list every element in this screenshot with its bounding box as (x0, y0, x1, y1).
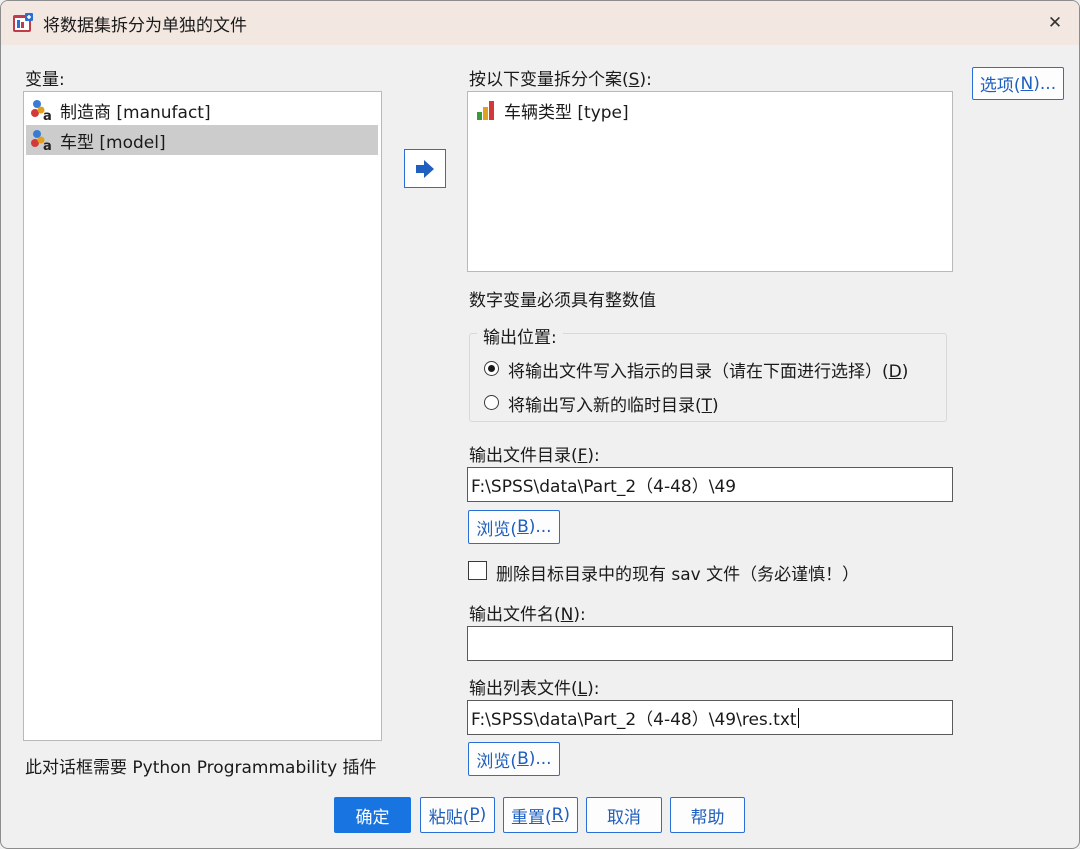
variables-label: 变量: (25, 70, 65, 90)
svg-text:a: a (43, 139, 52, 152)
nominal-string-variable-icon: a (31, 130, 52, 152)
radio-indicated-directory[interactable] (484, 361, 499, 376)
browse-listing-button[interactable]: 浏览(B)... (468, 742, 560, 776)
paste-button[interactable]: 粘贴(P) (420, 797, 495, 833)
radio-temp-directory[interactable] (484, 395, 499, 410)
variable-item-model[interactable]: a 车型 [model] (26, 125, 378, 155)
variable-item-label: 车型 [model] (60, 132, 166, 153)
close-button[interactable]: ✕ (1031, 1, 1079, 45)
radio-temp-directory-label[interactable]: 将输出写入新的临时目录(T) (508, 391, 719, 416)
split-by-label: 按以下变量拆分个案(S): (469, 70, 652, 90)
variable-item-label: 制造商 [manufact] (60, 102, 211, 123)
delete-existing-checkbox[interactable] (468, 561, 487, 580)
output-listing-field[interactable]: F:\SPSS\data\Part_2（4-48）\49\res.txt (467, 700, 953, 735)
help-button[interactable]: 帮助 (670, 797, 745, 833)
close-icon: ✕ (1047, 13, 1063, 33)
output-listing-value: F:\SPSS\data\Part_2（4-48）\49\res.txt (471, 710, 797, 730)
title-bar: 将数据集拆分为单独的文件 ✕ (1, 1, 1079, 45)
cancel-button[interactable]: 取消 (586, 797, 662, 833)
integer-note: 数字变量必须具有整数值 (469, 291, 656, 311)
text-caret (797, 707, 799, 728)
variable-item-manufact[interactable]: a 制造商 [manufact] (26, 95, 380, 125)
output-dir-field[interactable]: F:\SPSS\data\Part_2（4-48）\49 (467, 467, 953, 502)
split-variable-label: 车辆类型 [type] (504, 102, 629, 123)
options-button[interactable]: 选项(N)... (972, 67, 1064, 100)
output-filename-label: 输出文件名(N): (469, 605, 586, 625)
output-dir-value: F:\SPSS\data\Part_2（4-48）\49 (471, 477, 737, 497)
variables-listbox[interactable]: a 制造商 [manufact] a 车型 [model] (23, 91, 382, 741)
nominal-string-variable-icon: a (31, 100, 52, 122)
ok-button[interactable]: 确定 (334, 797, 411, 833)
output-dir-label: 输出文件目录(F): (469, 446, 600, 466)
output-listing-label: 输出列表文件(L): (469, 679, 600, 699)
svg-text:a: a (43, 109, 52, 122)
split-by-listbox[interactable]: 车辆类型 [type] (467, 91, 953, 272)
split-variable-item-type[interactable]: 车辆类型 [type] (470, 95, 950, 125)
window-title: 将数据集拆分为单独的文件 (43, 16, 247, 36)
plugin-note: 此对话框需要 Python Programmability 插件 (25, 758, 377, 778)
delete-existing-label[interactable]: 删除目标目录中的现有 sav 文件（务必谨慎！） (496, 560, 859, 585)
reset-button[interactable]: 重置(R) (503, 797, 578, 833)
move-variable-button[interactable] (404, 149, 446, 188)
output-location-title: 输出位置: (477, 323, 563, 348)
radio-indicated-directory-label[interactable]: 将输出文件写入指示的目录（请在下面进行选择）(D) (508, 357, 908, 382)
spss-app-icon (13, 13, 33, 32)
split-dataset-dialog: 将数据集拆分为单独的文件 ✕ 变量: a 制造商 [manufact] a 车型… (0, 0, 1080, 849)
browse-dir-button[interactable]: 浏览(B)... (468, 510, 560, 544)
ordinal-variable-icon (477, 101, 494, 120)
arrow-right-icon (416, 159, 434, 178)
output-filename-field[interactable] (467, 626, 953, 661)
